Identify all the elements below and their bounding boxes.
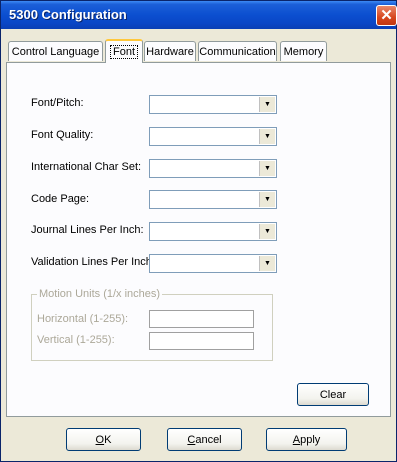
panel-content: Font/Pitch: ▼ Font Quality: ▼ Internatio…	[1, 1, 396, 461]
apply-button[interactable]: Apply	[266, 428, 347, 451]
dropdown-arrow-icon[interactable]: ▼	[259, 129, 275, 144]
dropdown-arrow-icon[interactable]: ▼	[259, 192, 275, 207]
font-pitch-label: Font/Pitch:	[31, 97, 84, 109]
intl-char-set-label: International Char Set:	[31, 161, 142, 173]
code-page-dropdown[interactable]: ▼	[149, 190, 277, 209]
motion-units-legend: Motion Units (1/x inches)	[37, 288, 163, 300]
apply-mnemonic: A	[292, 433, 301, 446]
ok-mnemonic: O	[95, 433, 105, 446]
vertical-label: Vertical (1-255):	[37, 334, 115, 346]
journal-lpi-dropdown[interactable]: ▼	[149, 222, 277, 241]
apply-label-rest: pply	[300, 433, 321, 446]
code-page-label: Code Page:	[31, 193, 90, 205]
horizontal-label: Horizontal (1-255):	[37, 313, 129, 325]
journal-lpi-label: Journal Lines Per Inch:	[31, 224, 144, 236]
dropdown-arrow-icon[interactable]: ▼	[259, 97, 275, 112]
dropdown-arrow-icon[interactable]: ▼	[259, 256, 275, 271]
cancel-button-label: Cancel	[187, 434, 221, 446]
ok-button[interactable]: OK	[66, 428, 141, 451]
clear-button[interactable]: Clear	[297, 383, 369, 406]
clear-button-label: Clear	[319, 388, 347, 401]
cancel-button[interactable]: Cancel	[167, 428, 242, 451]
font-pitch-dropdown[interactable]: ▼	[149, 95, 277, 114]
configuration-dialog: 5300 Configuration ✕ Control Language Fo…	[0, 0, 397, 462]
ok-button-label: OK	[96, 434, 112, 446]
cancel-label-rest: ancel	[195, 433, 222, 446]
intl-char-set-dropdown[interactable]: ▼	[149, 159, 277, 178]
dropdown-arrow-icon[interactable]: ▼	[259, 224, 275, 239]
dropdown-arrow-icon[interactable]: ▼	[259, 161, 275, 176]
horizontal-input[interactable]	[149, 310, 254, 328]
vertical-input[interactable]	[149, 332, 254, 350]
validation-lpi-label: Validation Lines Per Inch:	[31, 256, 155, 268]
ok-label-rest: K	[104, 433, 112, 446]
font-quality-dropdown[interactable]: ▼	[149, 127, 277, 146]
validation-lpi-dropdown[interactable]: ▼	[149, 254, 277, 273]
font-quality-label: Font Quality:	[31, 129, 94, 141]
apply-button-label: Apply	[293, 434, 321, 446]
